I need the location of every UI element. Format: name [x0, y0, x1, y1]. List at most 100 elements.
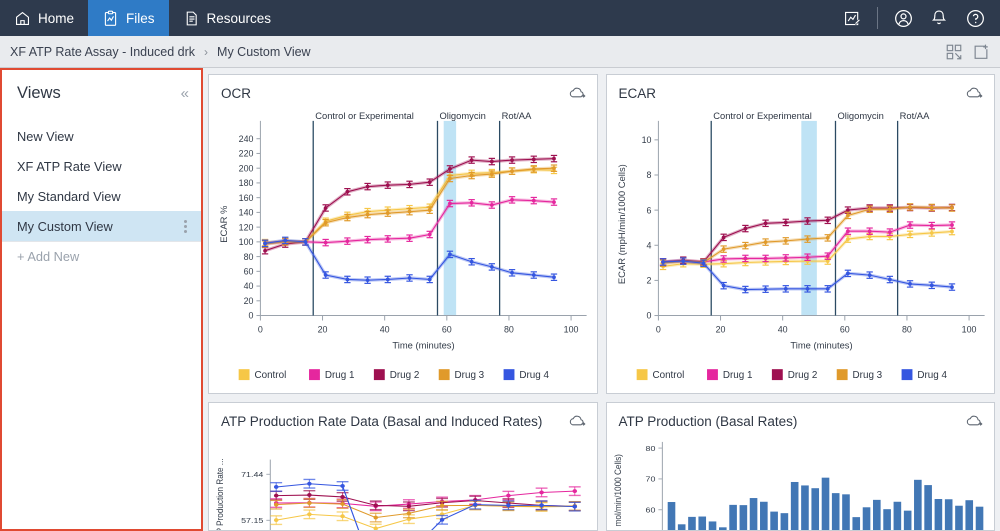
- x-axis-label: Time (minutes): [392, 339, 454, 350]
- data-point: [825, 218, 829, 222]
- data-point: [532, 273, 536, 277]
- data-point: [324, 273, 328, 277]
- data-point: [324, 241, 328, 245]
- cloud-export-icon[interactable]: [568, 85, 587, 105]
- data-point: [681, 259, 685, 263]
- data-point: [929, 224, 933, 228]
- data-point: [805, 237, 809, 241]
- data-point: [846, 237, 850, 241]
- data-point: [274, 503, 279, 507]
- cloud-export-icon[interactable]: [568, 413, 587, 433]
- add-panel-icon[interactable]: [972, 43, 990, 61]
- legend-swatch-drug-4[interactable]: [504, 369, 515, 380]
- user-circle-icon[interactable]: [886, 0, 920, 36]
- collapse-sidebar-icon[interactable]: «: [181, 85, 187, 102]
- injection-label: Oligomycin: [439, 110, 485, 121]
- clipboard-chart-icon: [102, 10, 119, 27]
- series-line-control: [276, 505, 575, 528]
- legend-swatch-drug-3[interactable]: [439, 369, 450, 380]
- data-point: [274, 485, 279, 489]
- legend-swatch-control[interactable]: [636, 369, 647, 380]
- data-point: [386, 278, 390, 282]
- y-tick-label: 240: [239, 134, 254, 144]
- data-point: [743, 288, 747, 292]
- data-point: [805, 255, 809, 259]
- y-tick-label: 100: [239, 237, 254, 247]
- data-point: [721, 235, 725, 239]
- breadcrumb-parent[interactable]: XF ATP Rate Assay - Induced drk: [10, 45, 195, 59]
- sidebar-item-my-standard-view[interactable]: My Standard View: [2, 181, 201, 211]
- data-point: [366, 278, 370, 282]
- y-axis-label: ECAR %: [218, 205, 229, 243]
- nav-divider: [877, 7, 878, 29]
- bar: [801, 485, 809, 530]
- data-point: [887, 230, 891, 234]
- bar: [903, 511, 911, 530]
- panel-ecar-title: ECAR: [607, 75, 995, 102]
- legend-swatch-drug-1[interactable]: [707, 369, 718, 380]
- sidebar-item-xf-atp-rate-view[interactable]: XF ATP Rate View: [2, 151, 201, 181]
- atp-rate-line-chart: 57.1571.44ATP Production Rate ...: [209, 451, 597, 530]
- legend-swatch-drug-3[interactable]: [836, 369, 847, 380]
- bar: [924, 485, 932, 530]
- legend-swatch-drug-2[interactable]: [374, 369, 385, 380]
- data-point: [783, 287, 787, 291]
- bar: [677, 524, 685, 530]
- x-tick-label: 0: [655, 324, 660, 334]
- data-point: [908, 282, 912, 286]
- data-point: [408, 183, 412, 187]
- data-point: [428, 208, 432, 212]
- data-point: [929, 231, 933, 235]
- panel-atp-basal-title: ATP Production (Basal Rates): [607, 403, 995, 430]
- nav-tab-home[interactable]: Home: [0, 0, 88, 36]
- y-tick-label: 40: [244, 281, 254, 291]
- data-point: [846, 271, 850, 275]
- views-sidebar-header: Views «: [2, 70, 201, 109]
- x-tick-label: 100: [961, 324, 976, 334]
- data-point: [783, 221, 787, 225]
- data-point: [470, 158, 474, 162]
- add-new-view-button[interactable]: + Add New: [2, 241, 201, 271]
- data-point: [366, 213, 370, 217]
- legend-swatch-drug-1[interactable]: [309, 369, 320, 380]
- legend-swatch-drug-2[interactable]: [771, 369, 782, 380]
- cloud-export-icon[interactable]: [965, 85, 984, 105]
- breadcrumb-actions: [945, 43, 990, 61]
- data-point: [506, 494, 511, 498]
- bar: [842, 494, 850, 530]
- cloud-export-icon[interactable]: [965, 413, 984, 433]
- sidebar-item-new-view[interactable]: New View: [2, 121, 201, 151]
- nav-tab-files[interactable]: Files: [88, 0, 169, 36]
- data-point: [470, 174, 474, 178]
- data-point: [340, 502, 345, 506]
- injection-label: Control or Experimental: [315, 110, 414, 121]
- legend-swatch-drug-4[interactable]: [901, 369, 912, 380]
- sidebar-item-my-custom-view[interactable]: My Custom View: [2, 211, 201, 241]
- help-circle-icon[interactable]: [958, 0, 992, 36]
- chart-edit-icon[interactable]: [835, 0, 869, 36]
- ecar-line-chart: 0246810020406080100Time (minutes)ECAR (m…: [607, 107, 995, 393]
- bar: [873, 500, 881, 530]
- nav-tab-resources[interactable]: Resources: [169, 0, 286, 36]
- bar: [955, 506, 963, 530]
- data-point: [763, 287, 767, 291]
- y-tick-label: 180: [239, 178, 254, 188]
- x-tick-label: 80: [504, 324, 514, 334]
- drag-handle-icon[interactable]: [184, 220, 187, 233]
- data-point: [805, 219, 809, 223]
- injection-label: Rot/AA: [502, 110, 532, 121]
- breadcrumb-current[interactable]: My Custom View: [217, 45, 311, 59]
- legend-label: Drug 4: [917, 370, 947, 381]
- grid-resize-icon[interactable]: [945, 43, 963, 61]
- legend-swatch-control[interactable]: [239, 369, 250, 380]
- data-point: [473, 503, 478, 507]
- series-line-drug-2: [276, 495, 575, 506]
- panel-ocr-plot: 0204060801001201401601802002202400204060…: [209, 107, 597, 393]
- y-tick-label: 20: [244, 296, 254, 306]
- bell-icon[interactable]: [922, 0, 956, 36]
- panel-atp-basal-plot: 607080mol/min/1000 Cells): [607, 435, 995, 530]
- sidebar-item-label: XF ATP Rate View: [17, 159, 122, 174]
- injection-label: Rot/AA: [899, 110, 929, 121]
- bar: [667, 502, 675, 530]
- panel-atp-rate-title: ATP Production Rate Data (Basal and Indu…: [209, 403, 597, 430]
